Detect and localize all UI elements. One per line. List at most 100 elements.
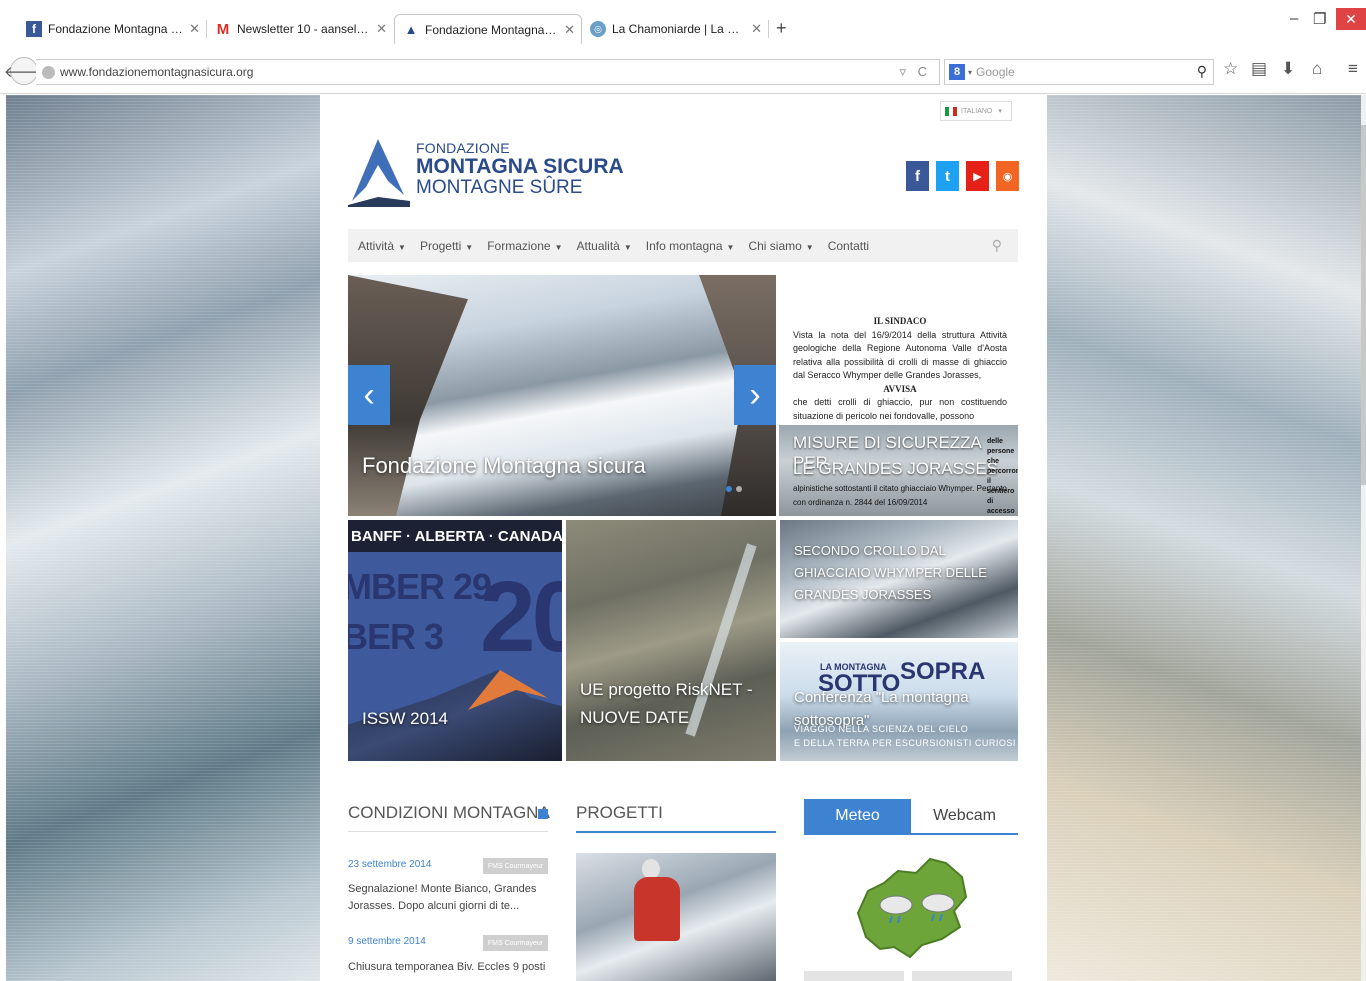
news-tag[interactable]: FMS Courmayeur [483,858,548,874]
website-content: ITALIANO ▾ FONDAZIONE MONTAGNA SICURA MO… [320,95,1047,981]
search-engine-icon[interactable]: 8 [949,64,965,80]
bookmark-star-icon[interactable]: ☆ [1223,59,1238,79]
chevron-down-icon: ▼ [554,242,563,252]
chevron-down-icon: ▼ [805,242,814,252]
project-photo[interactable] [576,853,776,981]
slider-dot[interactable] [726,486,732,492]
close-icon[interactable]: ✕ [751,21,762,37]
tile-sotto-subtitle: VIAGGIO NELLA SCIENZA DEL CIELO E DELLA … [794,724,1016,748]
news-text[interactable]: Segnalazione! Monte Bianco, Grandes Jora… [348,881,548,915]
news-text[interactable]: Chiusura temporanea Biv. Eccles 9 posti … [348,959,548,981]
language-label: ITALIANO [961,107,993,115]
youtube-icon[interactable]: ▶ [966,161,989,191]
background-mountain-left [6,95,320,981]
fms-logo-mark-icon[interactable] [348,135,410,207]
photo-person-jacket [634,877,680,941]
tile-montagna-sottosopra[interactable]: LA MONTAGNA SOTTO SOPRA Conferenza "La m… [780,642,1018,761]
italy-flag-icon [945,106,957,116]
notice-body-5: con ordinanza n. 2844 del 16/09/2014 [793,498,928,507]
home-icon[interactable]: ⌂ [1312,59,1322,79]
menu-item-attualita[interactable]: Attualità ▼ [577,239,632,253]
search-icon[interactable]: ⚲ [1197,63,1207,80]
tab-la-chamoniarde[interactable]: ◎ La Chamoniarde | La Cham... ✕ [582,14,768,44]
tile-issw-header: BANFF · ALBERTA · CANADA [348,520,562,552]
rss-icon[interactable]: ◉ [996,161,1019,191]
tile-secondo-crollo[interactable]: SECONDO CROLLO DAL GHIACCIAIO WHYMPER DE… [780,520,1018,638]
close-window-button[interactable]: ✕ [1336,8,1366,30]
news-date: 9 settembre 2014 [348,936,426,947]
menu-item-chi-siamo[interactable]: Chi siamo ▼ [748,239,813,253]
news-tag[interactable]: FMS Courmayeur [483,935,548,951]
search-icon[interactable]: ⚲ [992,237,1002,254]
photo-person-helmet [642,859,660,879]
tab-fondazione-facebook[interactable]: f Fondazione Montagna sicu... ✕ [18,14,206,44]
close-icon[interactable]: ✕ [189,21,200,37]
search-bar[interactable]: 8 ▾ Google ⚲ [944,59,1214,85]
menu-item-formazione[interactable]: Formazione ▼ [487,239,562,253]
bookmarks-list-icon[interactable]: ▤ [1251,59,1267,79]
tab-title: La Chamoniarde | La Cham... [612,22,745,36]
menu-hamburger-icon[interactable]: ≡ [1348,59,1358,79]
facebook-icon[interactable]: f [906,161,929,191]
chevron-down-icon: ▾ [998,108,1002,115]
tab-meteo[interactable]: Meteo [804,799,911,833]
globe-icon: ◎ [590,21,606,37]
tab-title: Fondazione Montagna sicu... [48,22,183,36]
news-date: 23 settembre 2014 [348,859,432,870]
meteo-day-button[interactable] [912,971,1012,981]
menu-item-progetti[interactable]: Progetti ▼ [420,239,473,253]
twitter-icon[interactable]: t [936,161,959,191]
hero-slider[interactable]: Fondazione Montagna sicura ‹ › [348,275,776,516]
close-icon[interactable]: ✕ [564,22,575,38]
tile-risknet-label: UE progetto RiskNET - NUOVE DATE [580,680,753,727]
scrollbar-thumb[interactable] [1361,125,1366,485]
download-icon[interactable]: ⬇ [1281,59,1295,79]
slider-dot[interactable] [736,486,742,492]
chevron-down-icon: ▼ [398,242,406,252]
notice-text: IL SINDACO Vista la nota del 16/9/2014 d… [793,315,1007,423]
notice-heading: IL SINDACO [873,316,927,326]
address-bar[interactable]: www.fondazionemontagnasicura.org ▿ C [36,59,940,85]
close-icon[interactable]: ✕ [376,21,387,37]
fms-logo-icon: ▲ [404,22,418,37]
new-tab-button[interactable]: + [776,18,787,39]
notice-box[interactable]: IL SINDACO Vista la nota del 16/9/2014 d… [779,275,1018,516]
browser-tab-bar: f Fondazione Montagna sicu... ✕ M Newsle… [0,0,1366,50]
meteo-day-button[interactable] [804,971,904,981]
menu-item-info-montagna[interactable]: Info montagna ▼ [646,239,735,253]
slider-next-button[interactable]: › [734,365,776,425]
browser-navigation-bar: 🡐 www.fondazionemontagnasicura.org ▿ C 8… [0,50,1366,94]
chevron-down-icon: ▼ [726,242,735,252]
chevron-down-icon: ▼ [623,242,632,252]
rss-icon[interactable] [538,809,548,819]
slider-prev-button[interactable]: ‹ [348,365,390,425]
menu-item-attivita[interactable]: Attività ▼ [358,239,406,253]
meteo-webcam-tabs: Meteo Webcam [804,799,1018,835]
site-identity-icon[interactable] [42,65,55,79]
tile-issw-year: 20 [480,561,562,673]
tab-webcam[interactable]: Webcam [911,799,1018,833]
language-selector[interactable]: ITALIANO ▾ [940,101,1012,121]
notice-overlay-title-2: LE GRANDES JORASSES [793,459,999,478]
maximize-button[interactable]: ❐ [1313,10,1326,28]
logo-line-3: MONTAGNE SÛRE [416,177,583,198]
gmail-icon: M [216,20,230,38]
reload-icon[interactable]: ▿ C [899,64,931,80]
tab-title: Fondazione Montagna Sic... [425,22,558,37]
tab-newsletter-gmail[interactable]: M Newsletter 10 - aanselmo... ✕ [207,14,393,44]
chevron-down-icon: ▼ [465,242,474,252]
tile-crollo-label: SECONDO CROLLO DAL GHIACCIAIO WHYMPER DE… [794,543,987,602]
section-title-condizioni[interactable]: CONDIZIONI MONTAGNA [348,803,550,823]
menu-item-contatti[interactable]: Contatti [828,239,869,253]
slider-caption: Fondazione Montagna sicura [362,453,646,478]
tile-issw-2014[interactable]: BANFF · ALBERTA · CANADA MBER 29 BER 3 2… [348,520,562,761]
minimize-button[interactable]: – [1290,10,1298,27]
back-button[interactable]: 🡐 [4,57,44,85]
tab-fondazione-active[interactable]: ▲ Fondazione Montagna Sic... ✕ [394,14,582,44]
tile-risknet[interactable]: UE progetto RiskNET - NUOVE DATE [566,520,776,761]
logo-line-2: MONTAGNA SICURA [416,155,624,178]
site-logo[interactable]: FONDAZIONE MONTAGNA SICURA MONTAGNE SÛRE [416,141,624,197]
weather-map[interactable] [850,853,970,963]
section-title-progetti[interactable]: PROGETTI [576,803,663,823]
tile-issw-date-2: BER 3 [348,616,444,657]
